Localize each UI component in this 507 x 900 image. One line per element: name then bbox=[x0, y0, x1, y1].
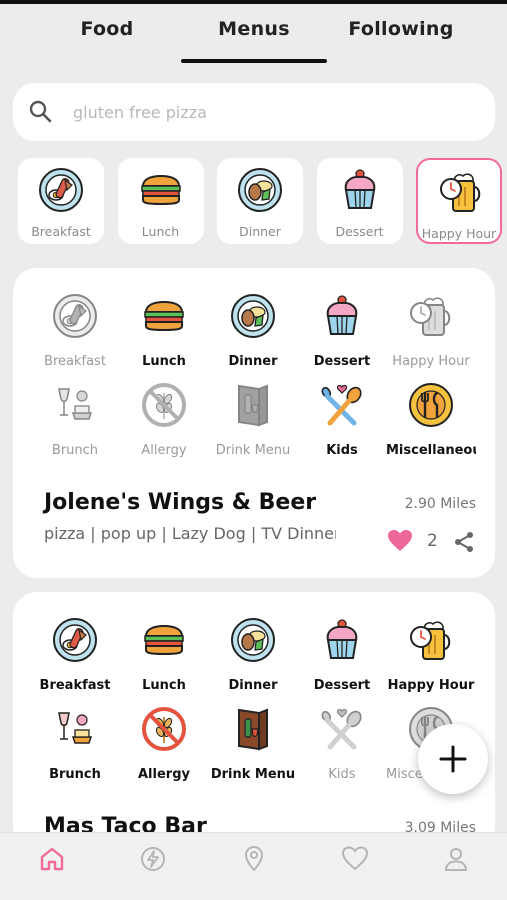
beer-clock-icon bbox=[410, 621, 451, 660]
dinner-plate-icon bbox=[231, 294, 275, 338]
menu-category-label: Brunch bbox=[49, 767, 101, 782]
chip-label: Lunch bbox=[141, 224, 180, 239]
menu-category-label: Kids bbox=[328, 767, 356, 782]
plus-icon bbox=[439, 745, 467, 773]
chip-label: Dessert bbox=[335, 224, 384, 239]
menu-category-breakfast[interactable]: Breakfast bbox=[30, 292, 120, 369]
cupcake-icon bbox=[326, 295, 358, 335]
restaurant-tags: pizza | pop up | Lazy Dog | TV Dinner bbox=[44, 524, 336, 543]
menu-category-drink-menu[interactable]: Drink Menu bbox=[208, 381, 298, 458]
kids-utensils-icon bbox=[321, 384, 362, 426]
category-chip-dinner[interactable]: Dinner bbox=[217, 158, 303, 244]
home-icon[interactable] bbox=[38, 845, 66, 873]
menu-category-label: Kids bbox=[326, 443, 358, 458]
cupcake-icon bbox=[326, 619, 358, 659]
menu-category-label: Breakfast bbox=[44, 354, 106, 369]
menu-category-happy-hour[interactable]: Happy Hour bbox=[386, 292, 476, 369]
sandwich-icon bbox=[144, 624, 184, 656]
menu-category-label: Brunch bbox=[51, 443, 99, 458]
dinner-plate-icon bbox=[238, 168, 282, 212]
breakfast-plate-icon bbox=[39, 168, 83, 212]
map-pin-icon[interactable] bbox=[240, 845, 268, 873]
menu-category-miscellaneous[interactable]: Miscellaneous bbox=[386, 381, 476, 458]
menu-category-label: Lunch bbox=[142, 678, 186, 693]
heart-icon[interactable] bbox=[387, 529, 413, 553]
drink-menu-icon bbox=[238, 384, 268, 427]
drink-menu-icon bbox=[238, 708, 268, 751]
menu-category-dinner[interactable]: Dinner bbox=[208, 292, 298, 369]
search-input[interactable] bbox=[73, 97, 473, 127]
sandwich-icon bbox=[140, 174, 181, 206]
menu-category-label: Happy Hour bbox=[387, 678, 475, 693]
status-bar bbox=[0, 0, 507, 4]
active-tab-indicator bbox=[181, 59, 327, 63]
menu-category-dessert[interactable]: Dessert bbox=[297, 292, 387, 369]
bottom-navigation bbox=[0, 832, 507, 900]
tab-food[interactable]: Food bbox=[32, 18, 182, 40]
menu-category-label: Breakfast bbox=[39, 678, 111, 693]
heart-icon[interactable] bbox=[341, 845, 369, 873]
category-chip-happy-hour[interactable]: Happy Hour bbox=[416, 158, 502, 244]
menu-category-breakfast[interactable]: Breakfast bbox=[30, 616, 120, 693]
search-bar bbox=[13, 83, 495, 141]
menu-category-label: Allergy bbox=[138, 767, 190, 782]
like-count: 2 bbox=[427, 531, 438, 551]
menu-category-dinner[interactable]: Dinner bbox=[208, 616, 298, 693]
menu-category-drink-menu[interactable]: Drink Menu bbox=[208, 705, 298, 782]
tab-following[interactable]: Following bbox=[326, 18, 476, 40]
share-icon[interactable] bbox=[453, 531, 475, 553]
menu-category-label: Dinner bbox=[228, 678, 278, 693]
restaurant-card[interactable]: Jolene's Wings & Beer 2.90 Miles pizza |… bbox=[13, 268, 495, 578]
category-chip-breakfast[interactable]: Breakfast bbox=[18, 158, 104, 244]
dinner-plate-icon bbox=[231, 618, 275, 662]
cupcake-icon bbox=[344, 169, 375, 209]
utensils-circle-icon bbox=[409, 383, 453, 427]
menu-category-brunch[interactable]: Brunch bbox=[30, 705, 120, 782]
menu-category-label: Lunch bbox=[142, 354, 186, 369]
category-chip-dessert[interactable]: Dessert bbox=[316, 158, 403, 244]
restaurant-card[interactable]: Mas Taco Bar 3.09 Miles Breakfast Lunch Di… bbox=[13, 592, 495, 852]
no-wheat-icon bbox=[142, 707, 186, 751]
chip-label: Breakfast bbox=[31, 224, 91, 239]
tab-menus[interactable]: Menus bbox=[179, 18, 329, 40]
menu-category-kids[interactable]: Kids bbox=[297, 381, 387, 458]
menu-category-lunch[interactable]: Lunch bbox=[119, 292, 209, 369]
menu-category-allergy[interactable]: Allergy bbox=[119, 705, 209, 782]
menu-category-kids[interactable]: Kids bbox=[297, 705, 387, 782]
menu-category-lunch[interactable]: Lunch bbox=[119, 616, 209, 693]
menu-category-label: Miscellaneous bbox=[386, 443, 476, 458]
brunch-icon bbox=[58, 712, 93, 744]
restaurant-name[interactable]: Jolene's Wings & Beer bbox=[44, 490, 316, 515]
beer-clock-icon bbox=[440, 173, 481, 212]
menu-category-happy-hour[interactable]: Happy Hour bbox=[386, 616, 476, 693]
chip-label: Happy Hour bbox=[421, 226, 497, 241]
add-button[interactable] bbox=[418, 724, 488, 794]
kids-utensils-icon bbox=[321, 708, 362, 750]
menu-category-label: Dinner bbox=[228, 354, 278, 369]
flash-icon[interactable] bbox=[139, 845, 167, 873]
breakfast-plate-icon bbox=[53, 294, 97, 338]
beer-clock-icon bbox=[410, 297, 451, 336]
menu-category-label: Happy Hour bbox=[392, 354, 470, 369]
sandwich-icon bbox=[144, 300, 184, 332]
chip-label: Dinner bbox=[239, 224, 281, 239]
no-wheat-icon bbox=[142, 383, 186, 427]
menu-category-label: Dessert bbox=[313, 678, 371, 693]
menu-category-label: Drink Menu bbox=[215, 443, 291, 458]
category-chip-row: Breakfast Lunch Dinner Dessert Happy Hour bbox=[18, 158, 507, 246]
menu-category-label: Drink Menu bbox=[210, 767, 296, 782]
menu-category-dessert[interactable]: Dessert bbox=[297, 616, 387, 693]
category-chip-lunch[interactable]: Lunch bbox=[117, 158, 204, 244]
menu-category-brunch[interactable]: Brunch bbox=[30, 381, 120, 458]
menu-category-label: Allergy bbox=[141, 443, 187, 458]
user-icon[interactable] bbox=[442, 845, 470, 873]
brunch-icon bbox=[58, 388, 93, 420]
menu-category-allergy[interactable]: Allergy bbox=[119, 381, 209, 458]
search-icon[interactable] bbox=[27, 98, 55, 126]
breakfast-plate-icon bbox=[53, 618, 97, 662]
menu-category-label: Dessert bbox=[313, 354, 371, 369]
restaurant-distance: 2.90 Miles bbox=[404, 496, 476, 512]
